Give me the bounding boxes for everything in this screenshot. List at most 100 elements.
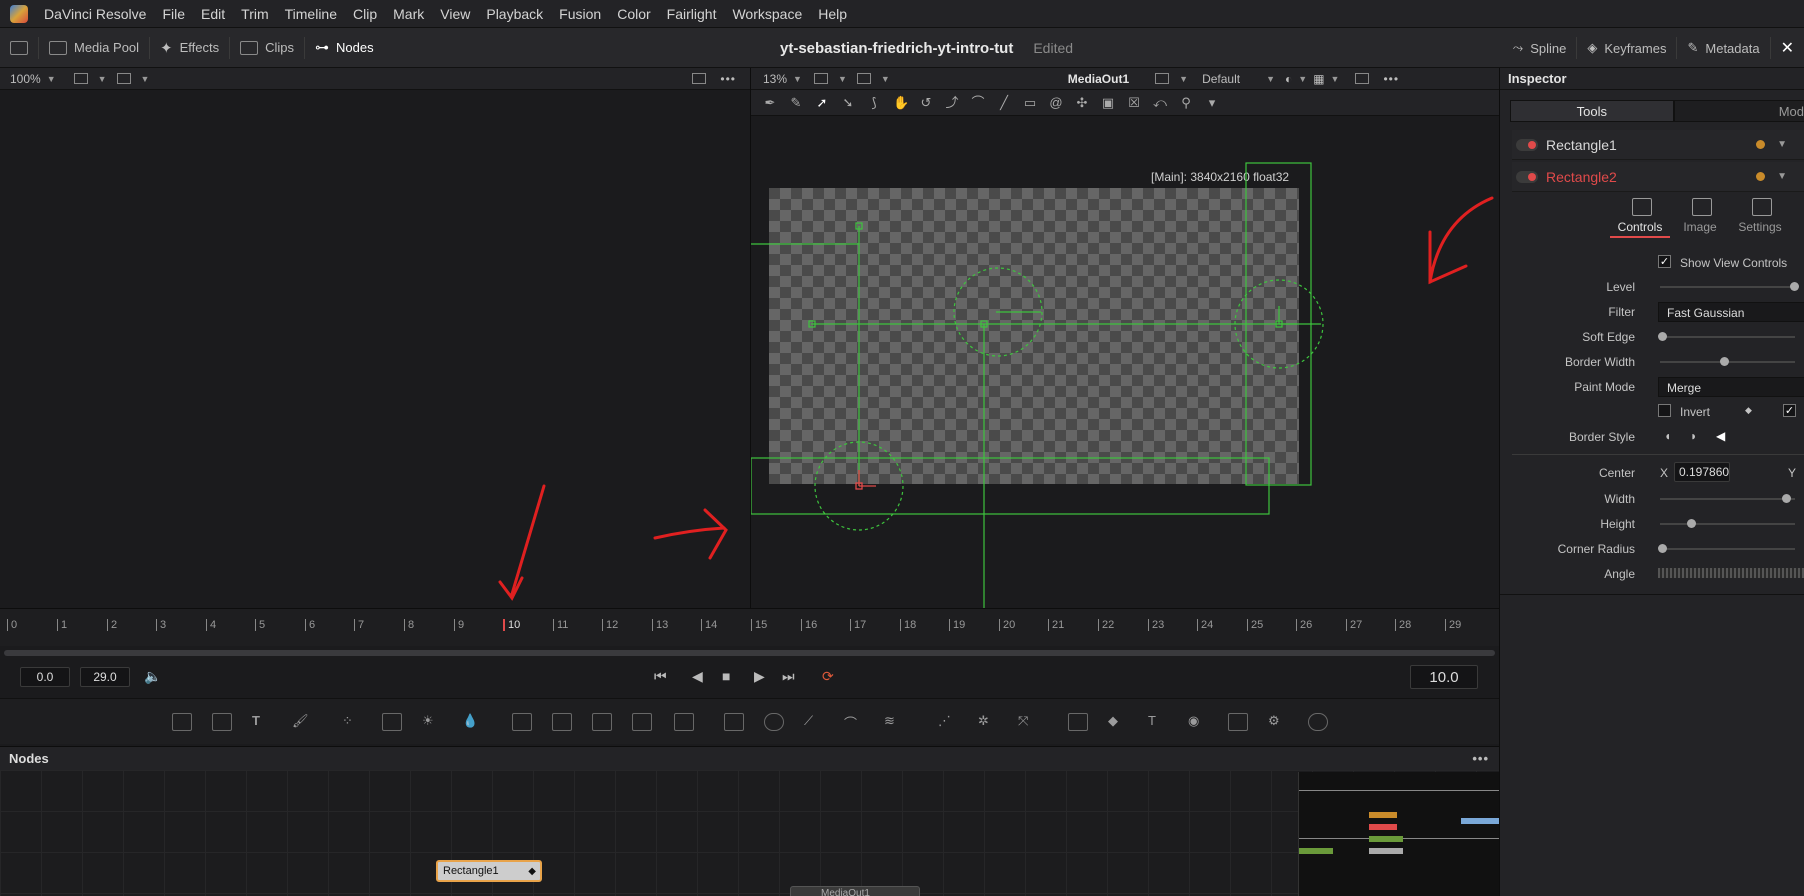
tab-modifiers[interactable]: Mod bbox=[1673, 100, 1804, 122]
chevron-down-icon[interactable]: ▼ bbox=[1777, 139, 1787, 150]
channel-booleans-tool-icon[interactable] bbox=[592, 713, 612, 731]
angle-label: Angle bbox=[1604, 567, 1635, 581]
height-slider[interactable] bbox=[1660, 519, 1795, 528]
camera3d-tool-icon[interactable]: ◉ bbox=[1188, 713, 1208, 731]
tick-17: 17 bbox=[850, 619, 866, 631]
ellipse-mask-tool-icon[interactable] bbox=[764, 713, 784, 731]
slider-knob[interactable] bbox=[1687, 519, 1696, 528]
minimap-node bbox=[1369, 812, 1397, 818]
tick-28: 28 bbox=[1395, 619, 1411, 631]
divider bbox=[1500, 594, 1804, 595]
corner-radius-label: Corner Radius bbox=[1557, 542, 1635, 556]
slider-knob[interactable] bbox=[1720, 357, 1729, 366]
background-tool-icon[interactable] bbox=[172, 713, 192, 731]
nodes-panel-title: Nodes bbox=[9, 751, 49, 766]
timeline-scrollbar[interactable] bbox=[4, 650, 1495, 656]
current-time-field[interactable]: 10.0 bbox=[1410, 665, 1478, 689]
width-slider[interactable] bbox=[1660, 494, 1795, 503]
node-editor[interactable]: Rectangle1 ◆ MediaOut1 bbox=[0, 770, 1500, 896]
go-to-start-icon[interactable]: ⏮ bbox=[654, 668, 667, 685]
invert-extra-checkbox[interactable]: ✓ bbox=[1783, 404, 1796, 417]
subtab-controls[interactable]: Controls bbox=[1610, 194, 1670, 238]
border-style-miter-icon[interactable]: ◀ bbox=[1716, 429, 1725, 443]
renderer3d-tool-icon[interactable]: ⚙ bbox=[1268, 713, 1288, 731]
merge3d-tool-icon[interactable]: ◆ bbox=[1108, 713, 1128, 731]
row-angle: Angle bbox=[1500, 563, 1804, 585]
tick-7: 7 bbox=[354, 619, 364, 631]
stop-icon[interactable]: ■ bbox=[722, 668, 730, 684]
shape3d-tool-icon[interactable] bbox=[1068, 713, 1088, 731]
text-tool-icon[interactable]: T bbox=[252, 713, 272, 731]
bspline-mask-tool-icon[interactable]: ⌒ bbox=[844, 713, 864, 731]
corner-radius-slider[interactable] bbox=[1658, 544, 1795, 553]
tick-5: 5 bbox=[255, 619, 265, 631]
go-to-end-icon[interactable]: ⏭ bbox=[782, 668, 795, 685]
border-width-slider[interactable] bbox=[1660, 357, 1795, 366]
level-slider[interactable] bbox=[1660, 282, 1799, 291]
play-icon[interactable]: ▶ bbox=[754, 668, 765, 685]
center-x-input[interactable]: 0.197860 bbox=[1674, 462, 1730, 482]
node-mediaout1[interactable]: MediaOut1 bbox=[790, 886, 920, 896]
paint-tool-icon[interactable]: 🖌 bbox=[292, 713, 312, 731]
particles-tool-icon[interactable]: ⁘ bbox=[342, 713, 362, 731]
subtab-image[interactable]: Image bbox=[1670, 194, 1730, 238]
color-curves-tool-icon[interactable] bbox=[382, 713, 402, 731]
wave-tool-icon[interactable]: ≋ bbox=[884, 713, 904, 731]
more-options-icon[interactable]: ••• bbox=[1472, 751, 1489, 766]
color-corrector-tool-icon[interactable]: 💧 bbox=[462, 713, 482, 731]
tool-enable-toggle[interactable] bbox=[1516, 170, 1538, 183]
text3d-tool-icon[interactable]: T bbox=[1148, 713, 1168, 731]
filter-dropdown[interactable]: Fast Gaussian bbox=[1658, 302, 1804, 322]
node-minimap[interactable] bbox=[1298, 772, 1500, 896]
slider-knob[interactable] bbox=[1782, 494, 1791, 503]
play-reverse-icon[interactable]: ◀ bbox=[692, 668, 703, 685]
border-style-round-icon[interactable]: ◖ bbox=[1664, 429, 1671, 443]
node-rectangle1-label: Rectangle1 bbox=[443, 865, 499, 877]
node-rectangle1[interactable]: Rectangle1 ◆ bbox=[436, 860, 542, 882]
row-invert: Invert ◆ ✓ bbox=[1500, 401, 1804, 423]
matte-control-tool-icon[interactable] bbox=[632, 713, 652, 731]
merge-tool-icon[interactable] bbox=[552, 713, 572, 731]
paint-mode-dropdown[interactable]: Merge bbox=[1658, 377, 1804, 397]
brightness-tool-icon[interactable]: ☀ bbox=[422, 713, 442, 731]
tool-enable-toggle[interactable] bbox=[1516, 138, 1538, 151]
tick-11: 11 bbox=[553, 619, 568, 631]
render-start-field[interactable]: 0.0 bbox=[20, 667, 70, 687]
tab-tools[interactable]: Tools bbox=[1510, 100, 1674, 122]
loader-tool-icon[interactable] bbox=[674, 713, 694, 731]
divider bbox=[1512, 454, 1804, 455]
tick-16: 16 bbox=[801, 619, 817, 631]
inspector-tool-rectangle2[interactable]: Rectangle2 ▼ bbox=[1512, 162, 1804, 192]
tick-14: 14 bbox=[701, 619, 717, 631]
tracker-tool-icon[interactable]: ⋰ bbox=[938, 713, 958, 731]
imageplane3d-tool-icon[interactable] bbox=[1228, 713, 1248, 731]
timeline-ruler[interactable]: 0 1 2 3 4 5 6 7 8 9 10 11 12 13 14 15 16… bbox=[0, 608, 1499, 646]
planar-tracker-tool-icon[interactable]: ✲ bbox=[978, 713, 998, 731]
polygon-mask-tool-icon[interactable]: ⟋ bbox=[804, 713, 824, 731]
tick-4: 4 bbox=[206, 619, 216, 631]
keyframe-diamond-icon[interactable]: ◆ bbox=[1745, 405, 1752, 416]
soft-edge-slider[interactable] bbox=[1658, 332, 1795, 341]
spotlight-tool-icon[interactable] bbox=[1308, 713, 1328, 731]
tool-name-rectangle1: Rectangle1 bbox=[1546, 136, 1617, 153]
tick-9: 9 bbox=[454, 619, 464, 631]
border-style-bevel-icon[interactable]: ◗ bbox=[1690, 429, 1697, 443]
inspector-tool-rectangle1[interactable]: Rectangle1 ▼ bbox=[1512, 130, 1804, 160]
chevron-down-icon[interactable]: ▼ bbox=[1777, 171, 1787, 182]
slider-knob[interactable] bbox=[1658, 332, 1667, 341]
slider-knob[interactable] bbox=[1790, 282, 1799, 291]
border-width-label: Border Width bbox=[1564, 355, 1635, 369]
rectangle-mask-tool-icon[interactable] bbox=[724, 713, 744, 731]
loop-icon[interactable]: ⟳ bbox=[822, 668, 834, 685]
slider-knob[interactable] bbox=[1658, 544, 1667, 553]
tick-10-playhead[interactable]: 10 bbox=[503, 619, 520, 631]
subtab-settings[interactable]: Settings bbox=[1730, 194, 1790, 238]
render-end-field[interactable]: 29.0 bbox=[80, 667, 130, 687]
blur-tool-icon[interactable] bbox=[512, 713, 532, 731]
image-tool-icon[interactable] bbox=[212, 713, 232, 731]
angle-dial[interactable] bbox=[1658, 568, 1804, 578]
show-view-controls-checkbox[interactable]: ✓ bbox=[1658, 255, 1671, 268]
audio-icon[interactable]: 🔈 bbox=[144, 668, 161, 685]
invert-checkbox[interactable] bbox=[1658, 404, 1671, 417]
transform-tool-icon[interactable]: ⤧ bbox=[1018, 713, 1038, 731]
